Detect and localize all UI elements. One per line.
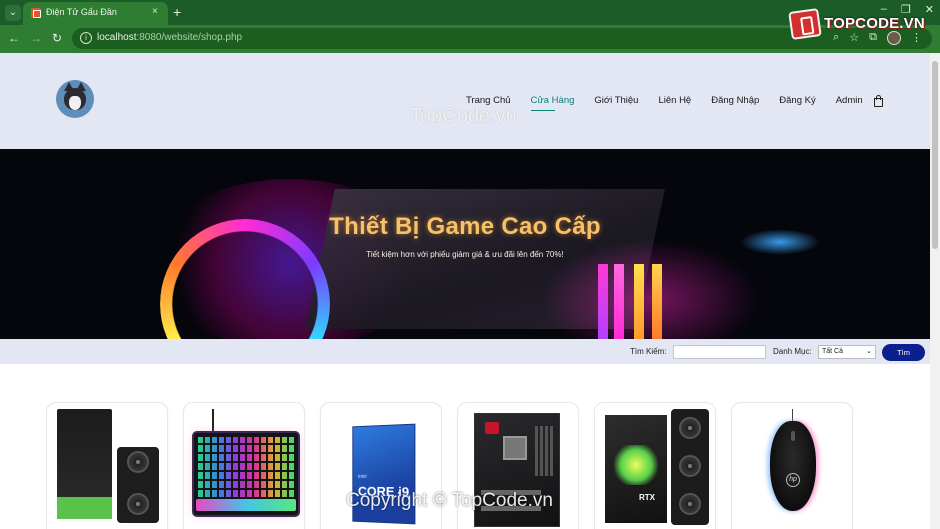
chevron-down-icon: ⌄ xyxy=(866,348,872,355)
page-viewport: Trang Chủ Cửa Hàng Giới Thiệu Liên Hệ Đă… xyxy=(0,53,940,529)
topcode-badge-icon xyxy=(788,8,822,40)
category-select[interactable]: Tất Cả ⌄ xyxy=(818,345,876,359)
husky-logo-icon[interactable] xyxy=(56,80,94,118)
tab-search-icon[interactable]: ⌄ xyxy=(5,5,21,21)
category-label: Danh Mục: xyxy=(773,347,812,356)
topcode-logo-overlay: TOPCODE.VN xyxy=(788,8,925,42)
rtx-box-text: RTX xyxy=(639,493,655,502)
tab-title: Điện Tử Gấu Đần xyxy=(46,7,117,17)
url-path: :8080/website/shop.php xyxy=(136,32,243,43)
shopping-bag-icon[interactable] xyxy=(873,95,883,107)
product-image[interactable] xyxy=(55,409,161,529)
product-card-gaming-mouse[interactable]: hp xyxy=(731,402,853,529)
page-scrollbar[interactable] xyxy=(930,53,940,529)
nav-register[interactable]: Đăng Ký xyxy=(779,95,815,106)
nav-admin[interactable]: Admin xyxy=(836,95,863,106)
close-window-icon[interactable]: ✕ xyxy=(925,3,934,16)
reload-icon[interactable]: ↻ xyxy=(52,30,62,46)
product-card-rtx-graphics-card[interactable]: RTX xyxy=(594,402,716,529)
watermark-bottom: Copyright © TopCode.vn xyxy=(346,490,553,511)
tab-close-icon[interactable]: × xyxy=(152,6,158,17)
product-image[interactable]: hp xyxy=(740,409,846,529)
search-input[interactable] xyxy=(673,345,766,359)
search-bar: Tìm Kiếm: Danh Mục: Tất Cả ⌄ Tìm xyxy=(0,339,930,364)
hero-ram-stick xyxy=(634,264,644,339)
hero-banner: Thiết Bị Game Cao Cấp Tiết kiệm hơn với … xyxy=(0,149,930,339)
product-image[interactable]: RTX xyxy=(603,409,709,529)
topcode-logo-text: TOPCODE.VN xyxy=(824,15,925,32)
browser-tab-active[interactable]: Điện Tử Gấu Đần × xyxy=(23,2,168,25)
hero-ram-stick xyxy=(598,264,608,339)
nav-shop[interactable]: Cửa Hàng xyxy=(530,95,574,111)
site-info-icon[interactable]: i xyxy=(80,32,92,44)
product-image[interactable] xyxy=(192,409,298,529)
hero-ram-stick xyxy=(652,264,662,339)
search-button[interactable]: Tìm xyxy=(882,344,925,361)
main-nav: Trang Chủ Cửa Hàng Giới Thiệu Liên Hệ Đă… xyxy=(466,95,883,111)
favicon-icon xyxy=(31,8,41,18)
hero-subtitle: Tiết kiệm hơn với phiếu giảm giá & ưu đã… xyxy=(366,250,564,259)
product-card-graphics-card[interactable] xyxy=(46,402,168,529)
url-host: localhost xyxy=(97,32,137,43)
new-tab-button[interactable]: + xyxy=(173,3,181,21)
category-selected-value: Tất Cả xyxy=(822,348,844,355)
hero-title: Thiết Bị Game Cao Cấp xyxy=(329,213,601,240)
site-header: Trang Chủ Cửa Hàng Giới Thiệu Liên Hệ Đă… xyxy=(0,53,930,149)
back-arrow-icon[interactable]: ← xyxy=(8,30,20,46)
search-label: Tìm Kiếm: xyxy=(630,347,667,356)
watermark-top: TopCode.vn xyxy=(410,105,517,127)
mouse-logo-icon: hp xyxy=(786,473,800,487)
product-card-rgb-keyboard[interactable] xyxy=(183,402,305,529)
url-text[interactable]: localhost:8080/website/shop.php xyxy=(97,32,242,43)
scrollbar-thumb[interactable] xyxy=(932,61,938,249)
nav-login[interactable]: Đăng Nhập xyxy=(711,95,759,106)
hero-ram-stick xyxy=(614,264,624,339)
nav-contact[interactable]: Liên Hệ xyxy=(658,95,691,106)
nav-about[interactable]: Giới Thiệu xyxy=(594,95,638,106)
forward-arrow-icon[interactable]: → xyxy=(30,30,42,46)
